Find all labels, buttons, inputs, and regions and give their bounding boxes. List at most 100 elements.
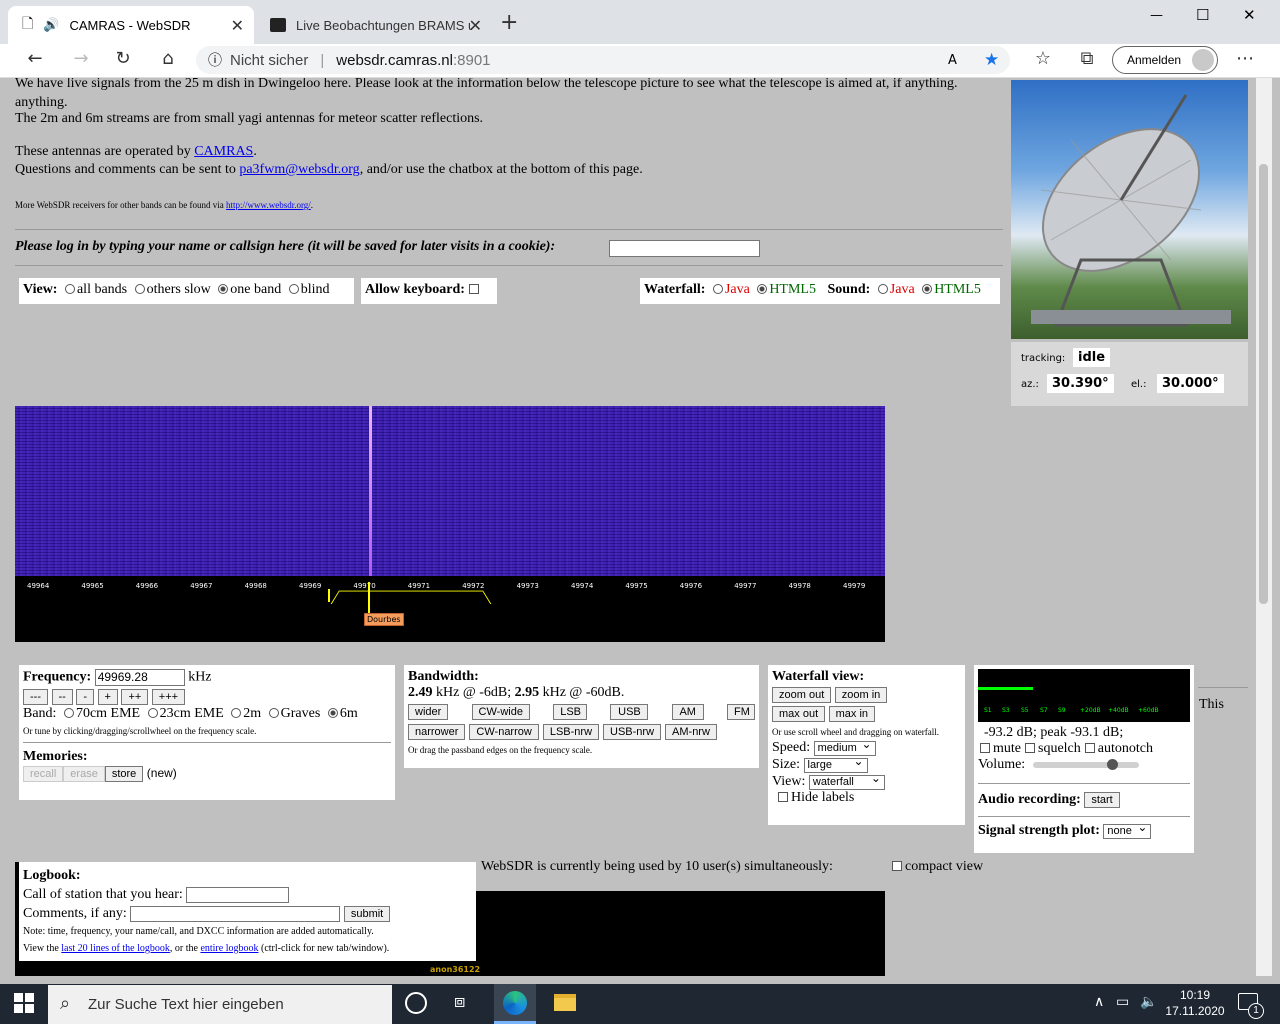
radio-band-2m[interactable]: [231, 708, 242, 719]
cortana-icon[interactable]: [405, 992, 427, 1014]
am-narrow-button[interactable]: AM-nrw: [665, 724, 717, 740]
radio-blind[interactable]: [288, 284, 299, 294]
frequency-input[interactable]: 49969.28: [94, 669, 185, 686]
forward-icon[interactable]: →: [68, 48, 94, 72]
passband-left-edge[interactable]: [328, 589, 330, 602]
submit-button[interactable]: submit: [343, 905, 391, 922]
usb-button[interactable]: USB: [610, 704, 649, 720]
radio-sound-java[interactable]: [877, 284, 888, 294]
favorite-star-icon[interactable]: ★: [984, 50, 999, 70]
max-in-button[interactable]: max in: [828, 706, 876, 723]
home-icon[interactable]: ⌂: [155, 48, 181, 72]
step-up-1-button[interactable]: +: [97, 689, 118, 705]
websdr-link[interactable]: http://www.websdr.org/: [226, 200, 311, 210]
hide-labels-checkbox[interactable]: [778, 792, 788, 803]
autonotch-checkbox[interactable]: [1084, 743, 1095, 753]
new-tab-button[interactable]: +: [500, 10, 518, 35]
close-window-button[interactable]: ✕: [1243, 6, 1256, 24]
entire-logbook-link[interactable]: entire logbook: [200, 943, 258, 954]
step-down-3-button[interactable]: ---: [23, 689, 48, 705]
info-icon[interactable]: ⓘ: [208, 50, 222, 70]
url-input[interactable]: ⓘ Nicht sicher | websdr.camras.nl:8901 A…: [196, 46, 1010, 74]
maximize-button[interactable]: ☐: [1196, 6, 1209, 24]
comments-input[interactable]: [130, 905, 341, 922]
step-down-2-button[interactable]: --: [51, 689, 73, 705]
windows-start-icon[interactable]: [14, 993, 34, 1013]
tray-chevron-icon[interactable]: ∧: [1094, 994, 1104, 1010]
reload-icon[interactable]: ↻: [110, 48, 136, 72]
radio-band-23cm[interactable]: [147, 708, 158, 719]
squelch-checkbox[interactable]: [1025, 743, 1035, 753]
close-tab-icon[interactable]: ✕: [469, 16, 482, 36]
am-button[interactable]: AM: [671, 704, 704, 720]
radio-band-70cm[interactable]: [63, 708, 74, 719]
step-down-1-button[interactable]: -: [76, 689, 94, 705]
radio-band-graves[interactable]: [268, 708, 279, 719]
file-explorer-icon[interactable]: [554, 994, 576, 1011]
station-label-dourbes[interactable]: Dourbes: [364, 613, 404, 626]
network-icon[interactable]: ▭: [1116, 994, 1129, 1010]
volume-thumb[interactable]: [1107, 759, 1119, 770]
wider-button[interactable]: wider: [408, 704, 449, 720]
passband-shape[interactable]: [330, 590, 492, 605]
lsb-button[interactable]: LSB: [553, 704, 588, 720]
memory-recall-button[interactable]: recall: [23, 766, 64, 783]
favorites-icon[interactable]: ☆: [1030, 48, 1056, 72]
radio-waterfall-java[interactable]: [712, 284, 723, 294]
signal-plot-select[interactable]: none: [1103, 821, 1152, 839]
email-link[interactable]: pa3fwm@websdr.org: [239, 162, 359, 177]
back-icon[interactable]: ←: [22, 48, 48, 72]
more-menu-icon[interactable]: ⋯: [1232, 48, 1258, 72]
keyboard-checkbox[interactable]: [468, 284, 479, 294]
close-tab-icon[interactable]: ✕: [231, 16, 244, 36]
size-select[interactable]: large: [803, 755, 868, 773]
volume-slider[interactable]: [1033, 759, 1140, 770]
tab-brams[interactable]: Live Beobachtungen BRAMS und ✕: [256, 6, 492, 44]
radio-band-6m[interactable]: [327, 708, 338, 719]
step-up-3-button[interactable]: +++: [151, 689, 186, 705]
call-input[interactable]: [186, 886, 290, 903]
recording-start-button[interactable]: start: [1084, 792, 1120, 808]
usb-narrow-button[interactable]: USB-nrw: [603, 724, 662, 740]
mute-checkbox[interactable]: [980, 743, 990, 753]
zoom-in-button[interactable]: zoom in: [834, 687, 888, 703]
collections-icon[interactable]: ⧉: [1074, 48, 1100, 72]
scrollbar-thumb[interactable]: [1259, 164, 1268, 604]
callsign-input[interactable]: [609, 240, 760, 257]
tab-camras[interactable]: 🗋 🔊 CAMRAS - WebSDR ✕: [8, 6, 254, 44]
last-20-lines-link[interactable]: last 20 lines of the logbook: [61, 943, 170, 954]
lsb-narrow-button[interactable]: LSB-nrw: [542, 724, 600, 740]
clock[interactable]: 10:19 17.11.2020: [1164, 987, 1226, 1019]
camras-link[interactable]: CAMRAS: [194, 144, 253, 159]
cw-narrow-button[interactable]: CW-narrow: [469, 724, 539, 740]
radio-all-bands[interactable]: [64, 284, 75, 294]
fm-button[interactable]: FM: [726, 704, 755, 720]
memory-store-button[interactable]: store: [104, 766, 144, 783]
edge-taskbar-button[interactable]: [494, 984, 536, 1024]
step-up-2-button[interactable]: ++: [121, 689, 149, 705]
memory-erase-button[interactable]: erase: [63, 766, 105, 783]
task-view-icon[interactable]: ⧈: [454, 991, 465, 1012]
radio-waterfall-html5[interactable]: [757, 284, 768, 294]
radio-others-slow[interactable]: [134, 284, 145, 294]
taskbar-search-input[interactable]: ⌕ Zur Suche Text hier eingeben: [48, 985, 392, 1024]
divider: [1198, 687, 1248, 688]
waterfall-view-select[interactable]: waterfall: [808, 772, 885, 790]
chat-area[interactable]: [476, 891, 885, 976]
speaker-icon[interactable]: 🔊: [43, 17, 59, 33]
cw-wide-button[interactable]: CW-wide: [471, 704, 530, 720]
frequency-scale[interactable]: 49964 49965 49966 49967 49968 49969 49970 49971…: [15, 576, 885, 642]
zoom-out-button[interactable]: zoom out: [772, 687, 832, 703]
avatar[interactable]: [1192, 49, 1214, 71]
max-out-button[interactable]: max out: [772, 706, 826, 723]
speed-select[interactable]: medium: [813, 738, 876, 756]
page-scrollbar[interactable]: [1256, 78, 1272, 976]
read-aloud-icon[interactable]: A: [948, 53, 957, 68]
narrower-button[interactable]: narrower: [408, 724, 466, 740]
minimize-button[interactable]: —: [1150, 8, 1163, 23]
waterfall-display[interactable]: [15, 406, 885, 576]
compact-view-checkbox[interactable]: [892, 861, 902, 871]
radio-sound-html5[interactable]: [922, 284, 933, 294]
radio-one-band[interactable]: [218, 284, 229, 294]
volume-icon[interactable]: 🔈: [1140, 994, 1157, 1010]
